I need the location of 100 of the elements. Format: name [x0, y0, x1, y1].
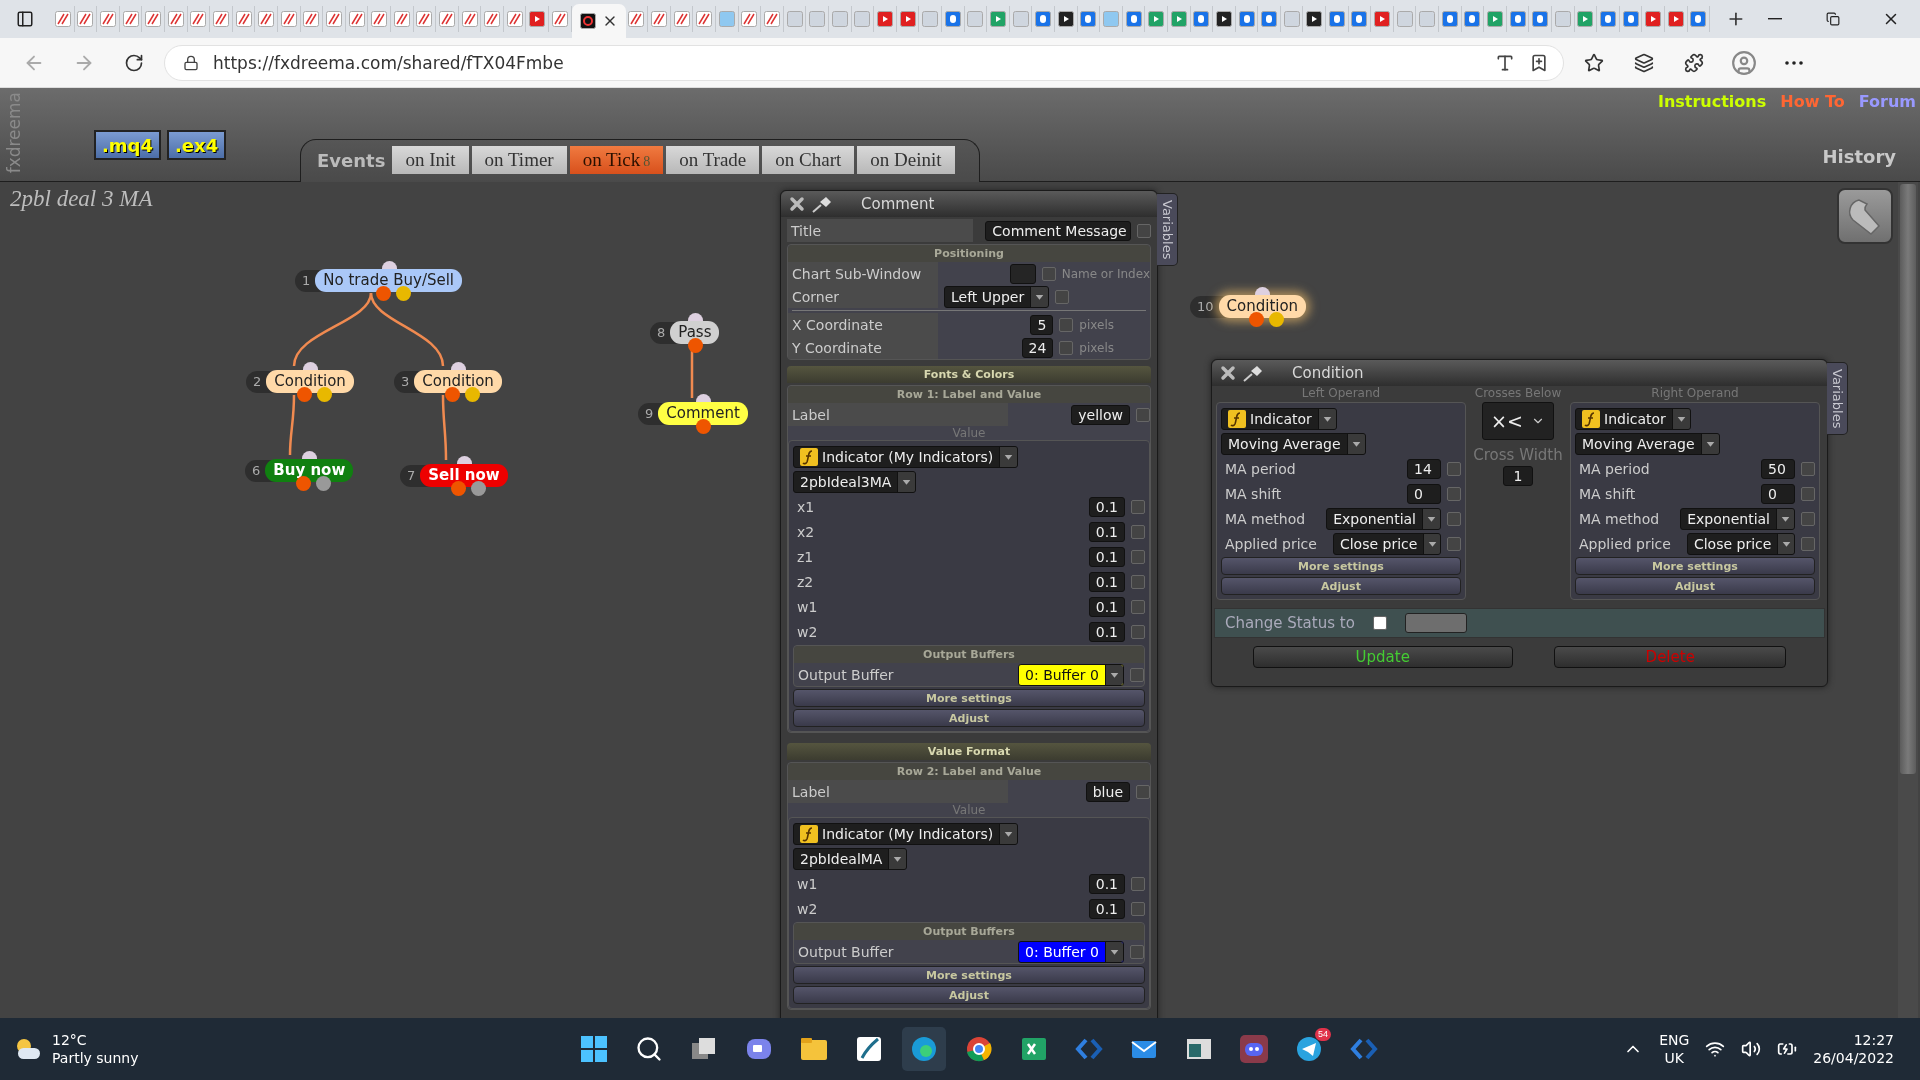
- flow-node[interactable]: Condition: [266, 370, 354, 393]
- title-value-field[interactable]: Comment Message: [985, 220, 1131, 241]
- flow-node[interactable]: Condition: [414, 370, 502, 393]
- variables-tab[interactable]: Variables: [1157, 193, 1178, 267]
- row-heading: Row 2: Label and Value: [788, 763, 1150, 780]
- adjust-button[interactable]: Adjust: [1575, 577, 1815, 595]
- flow-node[interactable]: Comment: [658, 402, 748, 425]
- section-heading: Value Format: [787, 743, 1151, 760]
- flow-node[interactable]: Pass: [670, 321, 720, 344]
- field-label: w1: [796, 597, 819, 617]
- taskbar-app[interactable]: 54: [1287, 1027, 1331, 1071]
- field-label: X Coordinate: [788, 313, 938, 336]
- field-label: MA period: [1224, 459, 1297, 479]
- event-tab[interactable]: on Chart: [762, 146, 855, 174]
- clock-date: 26/04/2022: [1813, 1049, 1894, 1067]
- parameter-field[interactable]: 0.1: [1088, 621, 1125, 642]
- series-dropdown[interactable]: Moving Average: [1575, 432, 1720, 455]
- section-heading: Output Buffers: [794, 923, 1144, 940]
- parameter-field[interactable]: 0.1: [1088, 596, 1125, 617]
- parameter-field[interactable]: 0: [1761, 483, 1795, 504]
- parameter-field[interactable]: 0.1: [1088, 898, 1125, 919]
- flow-node[interactable]: No trade Buy/Sell: [315, 269, 463, 292]
- field-label: w2: [796, 899, 819, 919]
- header-link[interactable]: Instructions: [1657, 92, 1767, 111]
- field-label: x1: [796, 497, 816, 517]
- event-tab[interactable]: on Init: [392, 146, 469, 174]
- parameter-dropdown[interactable]: Close price: [1332, 532, 1441, 555]
- parameter-field[interactable]: 0.1: [1088, 496, 1125, 517]
- parameter-field[interactable]: 50: [1761, 458, 1795, 479]
- address-bar[interactable]: https://fxdreema.com/shared/fTX04Fmbe: [164, 44, 1564, 81]
- parameter-field[interactable]: 0.1: [1088, 546, 1125, 567]
- status-label: Change Status to: [1225, 614, 1355, 632]
- buffer-dropdown[interactable]: 0: Buffer 0: [1018, 663, 1124, 686]
- project-title: 2pbl deal 3 MA: [10, 186, 153, 212]
- source-dropdown[interactable]: Indicator: [1221, 407, 1337, 430]
- field-label: x2: [796, 522, 816, 542]
- series-dropdown[interactable]: 2pbIdealMA: [793, 847, 908, 870]
- parameter-dropdown[interactable]: Exponential: [1680, 507, 1795, 530]
- export-button[interactable]: .mq4: [94, 130, 161, 160]
- field-label: Y Coordinate: [788, 336, 938, 359]
- field-label: MA shift: [1578, 484, 1637, 504]
- buffer-dropdown[interactable]: 0: Buffer 0: [1018, 940, 1124, 963]
- panel-title: Condition: [1292, 364, 1364, 382]
- flow-node[interactable]: Sell now: [420, 464, 508, 487]
- parameter-field[interactable]: 0.1: [1088, 873, 1125, 894]
- field-label: Applied price: [1578, 534, 1672, 554]
- adjust-button[interactable]: Adjust: [793, 709, 1145, 727]
- operand-heading: Left Operand: [1300, 386, 1382, 400]
- history-link[interactable]: History: [1822, 146, 1896, 167]
- parameter-field[interactable]: 14: [1407, 458, 1441, 479]
- more-settings-button[interactable]: More settings: [1221, 557, 1461, 575]
- unit-label: pixels: [1079, 340, 1114, 355]
- event-tab[interactable]: on Timer: [471, 146, 567, 174]
- source-dropdown[interactable]: Indicator (My Indicators): [793, 445, 1019, 468]
- series-dropdown[interactable]: Moving Average: [1221, 432, 1366, 455]
- url-text: https://fxdreema.com/shared/fTX04Fmbe: [213, 52, 565, 73]
- more-settings-button[interactable]: More settings: [793, 689, 1145, 707]
- field-label: w1: [796, 874, 819, 894]
- field-label: w2: [796, 622, 819, 642]
- flow-node[interactable]: Buy now: [265, 459, 354, 482]
- field-label: Label: [788, 780, 1008, 803]
- more-settings-button[interactable]: More settings: [793, 966, 1145, 984]
- field-label: Chart Sub-Window: [788, 262, 938, 285]
- field-label: Output Buffer: [797, 942, 895, 962]
- field-label: MA method: [1578, 509, 1661, 529]
- corner-dropdown[interactable]: Left Upper: [944, 285, 1050, 308]
- parameter-dropdown[interactable]: Exponential: [1326, 507, 1441, 530]
- event-tab[interactable]: on Deinit: [857, 146, 955, 174]
- parameter-field[interactable]: 0: [1407, 483, 1441, 504]
- export-button[interactable]: .ex4: [167, 130, 227, 160]
- source-dropdown[interactable]: Indicator: [1575, 407, 1691, 430]
- adjust-button[interactable]: Adjust: [793, 986, 1145, 1004]
- event-tab[interactable]: on Trade: [666, 146, 760, 174]
- flow-node[interactable]: Condition: [1218, 295, 1307, 318]
- brand-text: fxdreema: [4, 92, 24, 174]
- cross-width-field[interactable]: 1: [1503, 466, 1533, 486]
- field-label: Label: [788, 403, 1008, 426]
- field-label: z2: [796, 572, 815, 592]
- parameter-dropdown[interactable]: Close price: [1686, 532, 1795, 555]
- coordinate-field[interactable]: 24: [1021, 337, 1054, 358]
- adjust-button[interactable]: Adjust: [1221, 577, 1461, 595]
- parameter-field[interactable]: 0.1: [1088, 571, 1125, 592]
- operator-dropdown[interactable]: ×<: [1482, 402, 1554, 440]
- source-dropdown[interactable]: Indicator (My Indicators): [793, 822, 1019, 845]
- label-value-field[interactable]: yellow: [1071, 404, 1130, 425]
- notification-badge: 54: [1315, 1028, 1331, 1041]
- operator-heading: Crosses Below: [1474, 386, 1562, 400]
- update-button[interactable]: Update: [1252, 646, 1513, 668]
- field-hint: Name or Index: [1061, 266, 1150, 281]
- event-tab[interactable]: on Tick 8: [569, 146, 664, 174]
- section-heading: Output Buffers: [794, 646, 1144, 663]
- more-settings-button[interactable]: More settings: [1575, 557, 1815, 575]
- variables-tab[interactable]: Variables: [1827, 362, 1848, 436]
- clock-time: 12:27: [1853, 1031, 1894, 1049]
- parameter-field[interactable]: 0.1: [1088, 521, 1125, 542]
- coordinate-field[interactable]: 5: [1030, 314, 1054, 335]
- series-dropdown[interactable]: 2pbIdeal3MA: [793, 470, 917, 493]
- field-label: Output Buffer: [797, 665, 895, 685]
- cross-width-label: Cross Width: [1473, 446, 1563, 464]
- label-value-field[interactable]: blue: [1085, 781, 1130, 802]
